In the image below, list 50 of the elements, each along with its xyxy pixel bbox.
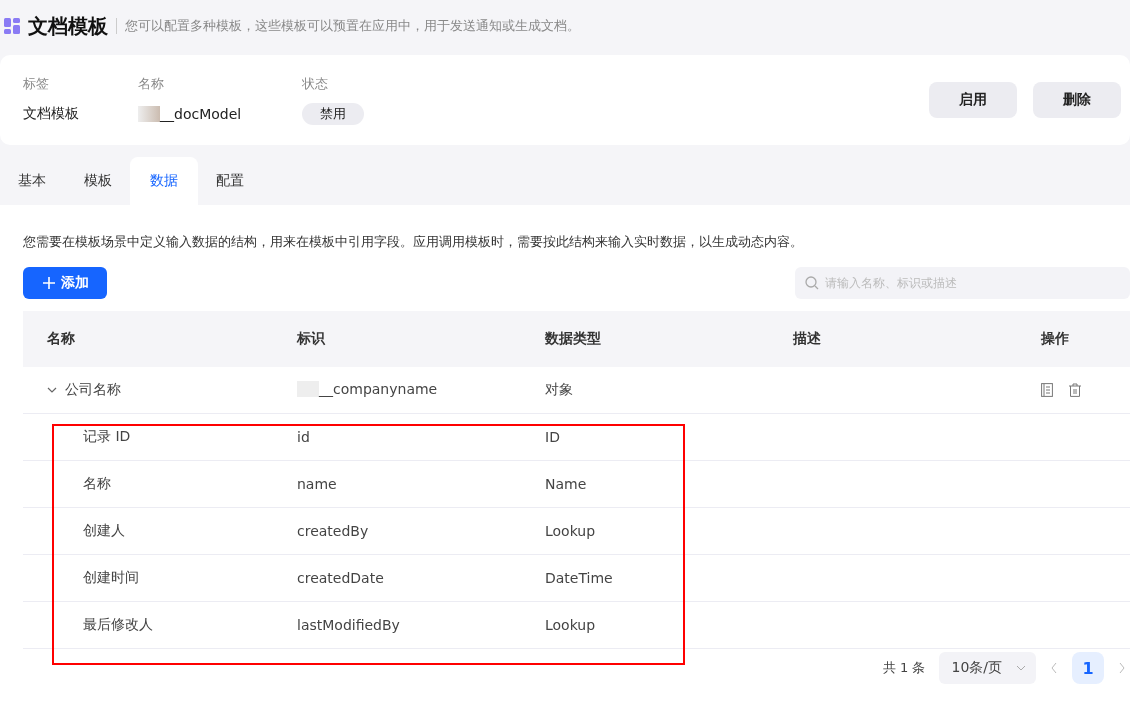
column-header: 数据类型 — [521, 311, 769, 367]
page-button[interactable]: 1 — [1072, 652, 1104, 684]
status-tag: 禁用 — [302, 103, 364, 125]
add-button[interactable]: 添加 — [23, 267, 107, 299]
document-icon[interactable] — [1041, 383, 1053, 397]
table-cell: createdBy — [297, 523, 369, 539]
table-cell: ID — [545, 429, 560, 445]
table-cell: Lookup — [545, 523, 596, 539]
table-cell: 名称 — [83, 475, 111, 491]
grid-logo-icon — [4, 18, 20, 34]
table-cell: createdDate — [297, 570, 384, 586]
table-cell: Name — [545, 476, 587, 492]
table-cell: __companyname — [319, 380, 438, 397]
field-label: 名称 — [138, 75, 165, 93]
page-title: 文档模板 — [28, 12, 108, 40]
field-value: __docModel — [160, 106, 242, 122]
page-size-select[interactable]: 10条/页 — [939, 652, 1036, 684]
table-cell: 创建时间 — [83, 569, 139, 585]
table-cell: 记录 ID — [83, 428, 131, 444]
plus-icon — [43, 277, 55, 289]
column-header: 操作 — [1017, 311, 1130, 367]
tab[interactable]: 配置 — [196, 157, 264, 205]
table-cell: DateTime — [545, 570, 613, 586]
table-cell: lastModifiedBy — [297, 617, 400, 633]
column-header: 名称 — [23, 311, 273, 367]
table-cell: 公司名称 — [65, 381, 121, 399]
chevron-icon[interactable] — [47, 385, 57, 395]
intro-text: 您需要在模板场景中定义输入数据的结构，用来在模板中引用字段。应用调用模板时，需要按此结构来输入实时数据，以生成动态内容。 — [23, 234, 803, 249]
redaction — [138, 106, 160, 122]
table-cell: 创建人 — [83, 522, 125, 538]
table-cell: id — [297, 429, 310, 445]
trash-icon[interactable] — [1069, 383, 1081, 397]
column-header: 标识 — [273, 311, 521, 367]
table-cell: 最后修改人 — [83, 616, 153, 632]
field-label: 状态 — [302, 75, 329, 93]
field-value: 文档模板 — [23, 105, 79, 123]
table-cell: Lookup — [545, 617, 596, 633]
action-button[interactable]: 删除 — [1033, 82, 1121, 118]
search-icon — [805, 276, 819, 290]
column-header: 描述 — [769, 311, 1017, 367]
caret-icon — [1016, 665, 1026, 671]
field-label: 标签 — [23, 75, 50, 93]
total-count: 共 1 条 — [882, 659, 926, 677]
tab[interactable]: 模板 — [64, 157, 132, 205]
tab[interactable]: 基本 — [0, 157, 66, 205]
page-description: 您可以配置多种模板，这些模板可以预置在应用中，用于发送通知或生成文档。 — [125, 17, 580, 35]
table-cell: 对象 — [545, 381, 573, 397]
tab[interactable]: 数据 — [130, 157, 198, 205]
table-cell: name — [297, 476, 337, 492]
action-button[interactable]: 启用 — [929, 82, 1017, 118]
